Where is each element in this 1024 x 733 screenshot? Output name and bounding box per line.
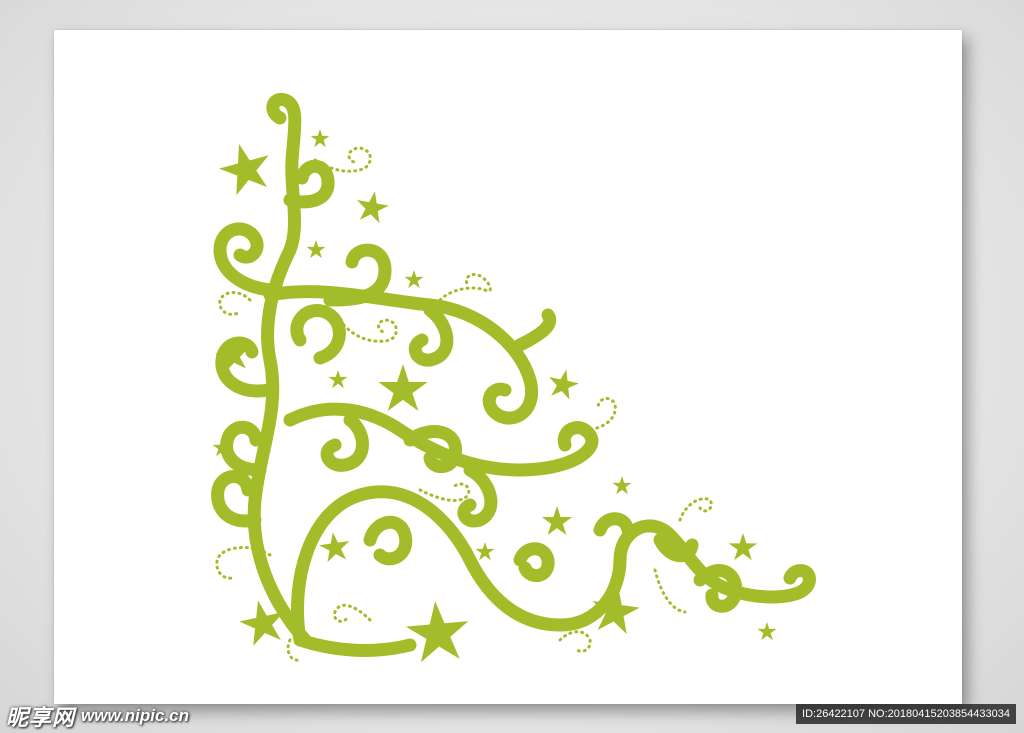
watermark-left: 昵享网 www.nipic.cn bbox=[6, 702, 190, 731]
star-icon bbox=[403, 598, 472, 664]
watermark-logo: 昵享网 bbox=[6, 705, 76, 731]
star-icon bbox=[757, 622, 777, 641]
vine-stems bbox=[211, 92, 816, 657]
star-icon bbox=[328, 370, 348, 389]
star-icon bbox=[404, 270, 424, 289]
swirl-vine-ornament bbox=[211, 92, 816, 664]
star-icon bbox=[545, 366, 582, 401]
star-icon bbox=[475, 542, 495, 561]
star-icon bbox=[378, 364, 428, 412]
star-icon bbox=[728, 533, 758, 561]
star-icon bbox=[353, 188, 391, 225]
watermark-url: www.nipic.cn bbox=[81, 706, 190, 725]
star-icon bbox=[612, 476, 632, 495]
star-icon bbox=[541, 506, 573, 535]
watermark-image-id: ID:26422107 NO:20180415203854433034 bbox=[796, 704, 1016, 724]
star-icon bbox=[306, 240, 326, 259]
star-icon bbox=[310, 129, 330, 148]
star-icon bbox=[317, 530, 352, 563]
star-icon bbox=[214, 137, 277, 198]
